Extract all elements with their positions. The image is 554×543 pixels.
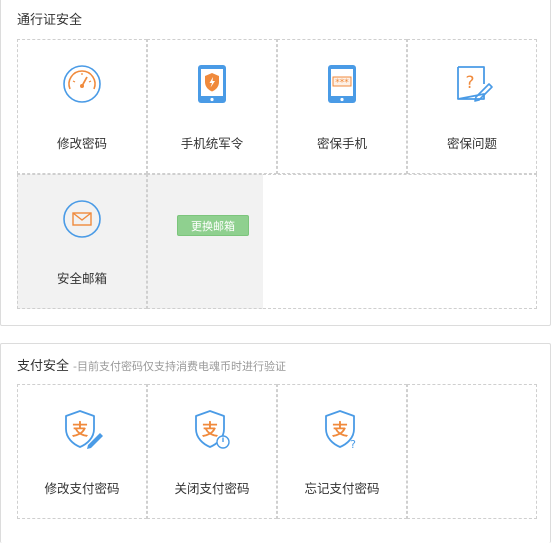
security-question-tile[interactable]: ? 密保问题: [407, 39, 537, 174]
pay-char: 支: [71, 420, 89, 439]
payment-security-panel: 支付安全 -目前支付密码仅支持消费电魂币时进行验证 支 修改支付密码 支 关闭支付…: [0, 343, 551, 543]
empty-pay-cell: [407, 384, 537, 519]
svg-text:?: ?: [350, 438, 356, 451]
disable-pay-password-label: 关闭支付密码: [174, 481, 250, 496]
payment-security-subtitle: -目前支付密码仅支持消费电魂币时进行验证: [73, 360, 286, 373]
svg-text:?: ?: [465, 73, 474, 93]
tablet-shield-icon: [198, 65, 226, 103]
change-email-cell: 更换邮箱: [147, 174, 277, 309]
change-email-button[interactable]: 更换邮箱: [177, 215, 249, 236]
pay-char: 支: [201, 420, 219, 439]
pay-shield-power-icon: 支: [195, 410, 230, 449]
security-question-label: 密保问题: [446, 136, 497, 151]
passport-security-panel: 通行证安全 修改密码 手机统军令 *** 密保手机 ? 密保问题 安全邮箱 更换…: [0, 0, 551, 326]
change-pay-password-label: 修改支付密码: [44, 481, 120, 496]
payment-security-heading: 支付安全: [17, 359, 70, 374]
mobile-token-label: 手机统军令: [180, 136, 244, 151]
pay-char: 支: [331, 420, 349, 439]
forgot-pay-password-tile[interactable]: 支 ? 忘记支付密码: [277, 384, 407, 519]
pay-shield-edit-icon: 支: [65, 410, 103, 449]
change-pay-password-tile[interactable]: 支 修改支付密码: [17, 384, 147, 519]
question-edit-icon: ?: [457, 66, 493, 102]
change-password-label: 修改密码: [56, 136, 107, 151]
svg-text:***: ***: [335, 78, 349, 88]
forgot-pay-password-label: 忘记支付密码: [304, 481, 380, 496]
change-password-tile[interactable]: 修改密码: [17, 39, 147, 174]
pay-shield-question-icon: 支 ?: [325, 410, 356, 451]
disable-pay-password-tile[interactable]: 支 关闭支付密码: [147, 384, 277, 519]
payment-security-title: 支付安全 -目前支付密码仅支持消费电魂币时进行验证: [17, 355, 286, 374]
envelope-icon: [63, 200, 101, 238]
tablet-password-icon: ***: [328, 65, 356, 103]
security-phone-label: 密保手机: [316, 136, 367, 151]
security-phone-tile[interactable]: *** 密保手机: [277, 39, 407, 174]
empty-cell: [263, 174, 537, 309]
panel-gap: [0, 326, 554, 343]
security-email-tile[interactable]: 安全邮箱: [17, 174, 147, 309]
mobile-token-tile[interactable]: 手机统军令: [147, 39, 277, 174]
passport-security-title: 通行证安全: [17, 13, 83, 28]
speedometer-icon: [63, 65, 101, 103]
security-email-label: 安全邮箱: [56, 271, 107, 286]
